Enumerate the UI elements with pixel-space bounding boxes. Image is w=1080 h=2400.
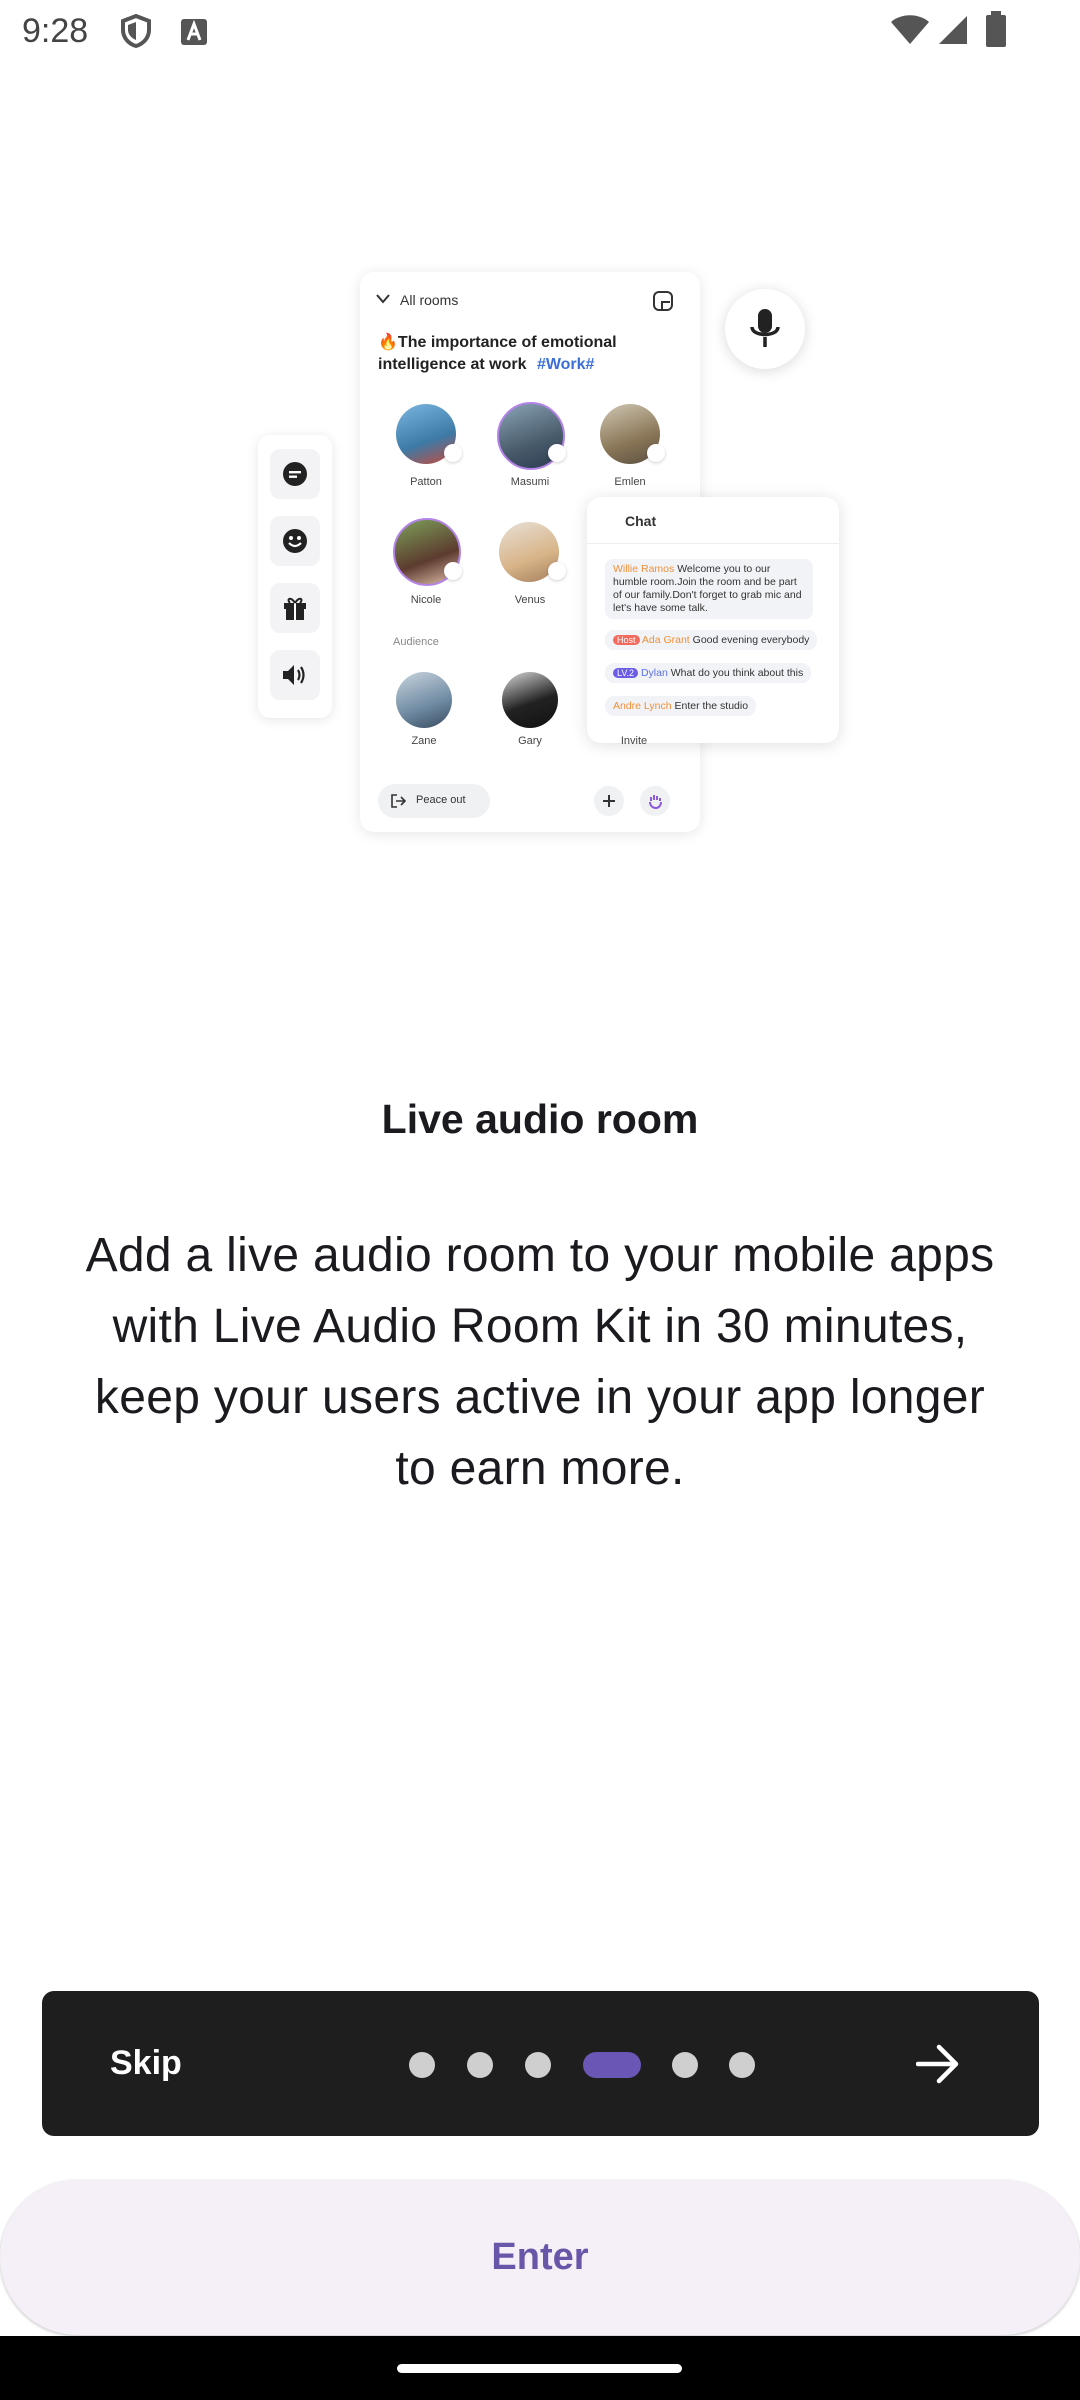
next-button[interactable] (900, 2026, 975, 2101)
chat-panel: Chat Willie Ramos Welcome you to our hum… (587, 497, 839, 743)
feature-illustration: All rooms 🔥The importance of emotional i… (0, 0, 1080, 900)
message-icon (270, 449, 320, 499)
room-tag: #Work# (536, 356, 595, 373)
audience-label: Audience (393, 636, 439, 648)
chat-text: What do you think about this (670, 667, 804, 679)
mic-icon (647, 444, 665, 462)
chat-message: LV.2 Dylan What do you think about this (605, 663, 812, 683)
exit-icon (391, 794, 406, 808)
raise-hand-icon (640, 786, 670, 816)
mic-icon (444, 444, 462, 462)
audience-avatar (396, 672, 452, 728)
room-tools-panel (258, 435, 332, 718)
chat-title: Chat (625, 513, 657, 529)
minimize-icon (653, 291, 673, 311)
mic-icon (548, 444, 566, 462)
arrow-right-icon (915, 2044, 958, 2083)
chat-message: Andre Lynch Enter the studio (605, 696, 757, 716)
leave-room-button: Peace out (378, 784, 490, 818)
chat-user: Dylan (640, 667, 668, 679)
chat-text: Enter the studio (674, 700, 749, 712)
speaker-name: Patton (410, 476, 442, 488)
mic-icon (548, 562, 566, 580)
plus-icon (594, 786, 624, 816)
host-badge: Host (613, 635, 640, 645)
audience-name: Zane (411, 735, 437, 747)
room-title: 🔥The importance of emotional intelligenc… (378, 332, 638, 376)
level-badge: LV.2 (613, 668, 639, 678)
enter-button[interactable]: Enter (0, 2180, 1080, 2335)
emoji-icon (270, 516, 320, 566)
chat-user: Ada Grant (641, 634, 690, 646)
speaker-name: Masumi (510, 476, 550, 488)
skip-button[interactable]: Skip (110, 1991, 182, 2136)
all-rooms-label: All rooms (400, 292, 459, 308)
page-dot[interactable] (729, 2052, 755, 2078)
leave-room-label: Peace out (416, 794, 466, 806)
speaker-name: Nicole (410, 594, 442, 606)
chat-user: Willie Ramos (613, 563, 675, 575)
chat-message: Host Ada Grant Good evening everybody (605, 630, 818, 650)
page-dot-active[interactable] (583, 2052, 641, 2078)
microphone-icon (725, 289, 805, 369)
onboarding-nav-bar: Skip (42, 1991, 1039, 2136)
chat-message: Willie Ramos Welcome you to our humble r… (605, 559, 813, 619)
mic-icon (444, 562, 462, 580)
speaker-name: Emlen (614, 476, 646, 488)
page-dot[interactable] (672, 2052, 698, 2078)
speaker-icon (270, 650, 320, 700)
feature-title: Live audio room (381, 1096, 699, 1142)
page-dot[interactable] (467, 2052, 493, 2078)
speaker-name: Venus (514, 594, 546, 606)
home-gesture-handle[interactable] (397, 2364, 682, 2373)
page-dot[interactable] (525, 2052, 551, 2078)
audience-name: Gary (518, 735, 542, 747)
chat-user: Andre Lynch (613, 700, 672, 712)
audience-avatar (502, 672, 558, 728)
feature-description: Add a live audio room to your mobile app… (85, 1229, 995, 1495)
page-dot[interactable] (409, 2052, 435, 2078)
audience-name: Invite (620, 735, 648, 747)
gift-icon (270, 583, 320, 633)
chevron-down-icon (376, 294, 390, 304)
chat-text: Good evening everybody (692, 634, 810, 646)
